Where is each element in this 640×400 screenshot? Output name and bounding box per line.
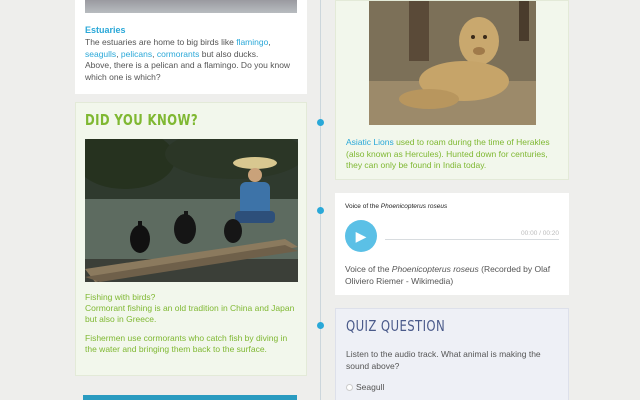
estuaries-card: Estuaries The estuaries are home to big … [75,0,307,94]
quiz-option-label: Seagull [356,382,385,392]
timeline-dot [317,207,324,214]
cormorant-fishing-illustration [85,139,298,282]
timeline-line [320,0,321,400]
link-asiatic-lions[interactable]: Asiatic Lions [346,137,394,147]
next-card-image [83,395,297,400]
quiz-question: Listen to the audio track. What animal i… [346,349,541,371]
audio-card: Voice of the Phoenicopterus roseus ▶ 00:… [335,193,569,295]
estuary-photo [85,0,297,13]
quiz-card: QUIZ QUESTION Listen to the audio track.… [335,308,569,400]
audio-label: Voice of the Phoenicopterus roseus [345,203,448,210]
link-flamingo[interactable]: flamingo [236,37,268,47]
estuaries-text: The estuaries are home to big birds like… [85,37,291,82]
audio-progress-bar[interactable] [385,239,559,240]
radio-button[interactable] [346,383,353,391]
audio-player: ▶ 00:00 / 00:20 [345,214,559,252]
audio-description: Voice of the Phoenicopterus roseus (Reco… [345,264,551,286]
quiz-heading: QUIZ QUESTION [346,317,446,335]
did-you-know-heading: DID YOU KNOW? [85,111,199,129]
link-cormorants[interactable]: cormorants [157,49,200,59]
fishing-caption-2: Fishermen use cormorants who catch fish … [85,333,288,354]
estuaries-title: Estuaries [85,25,126,35]
lion-illustration [369,1,536,125]
audio-time: 00:00 / 00:20 [521,230,559,237]
timeline-dot [317,119,324,126]
cormorant-fishing-photo [85,139,298,282]
lion-caption: Asiatic Lions used to roam during the ti… [346,137,550,170]
lion-card: Asiatic Lions used to roam during the ti… [335,0,569,180]
play-button[interactable]: ▶ [345,220,377,252]
play-icon: ▶ [355,228,367,244]
link-seagulls[interactable]: seagulls [85,49,116,59]
quiz-option[interactable]: Seagull [346,382,558,392]
timeline-dot [317,322,324,329]
link-pelicans[interactable]: pelicans [121,49,152,59]
fishing-caption-1: Cormorant fishing is an old tradition in… [85,303,295,324]
fishing-caption-title: Fishing with birds? [85,292,156,302]
did-you-know-card: DID YOU KNOW? Fishing with birds? Cormor… [75,102,307,376]
asiatic-lion-photo [369,1,536,125]
